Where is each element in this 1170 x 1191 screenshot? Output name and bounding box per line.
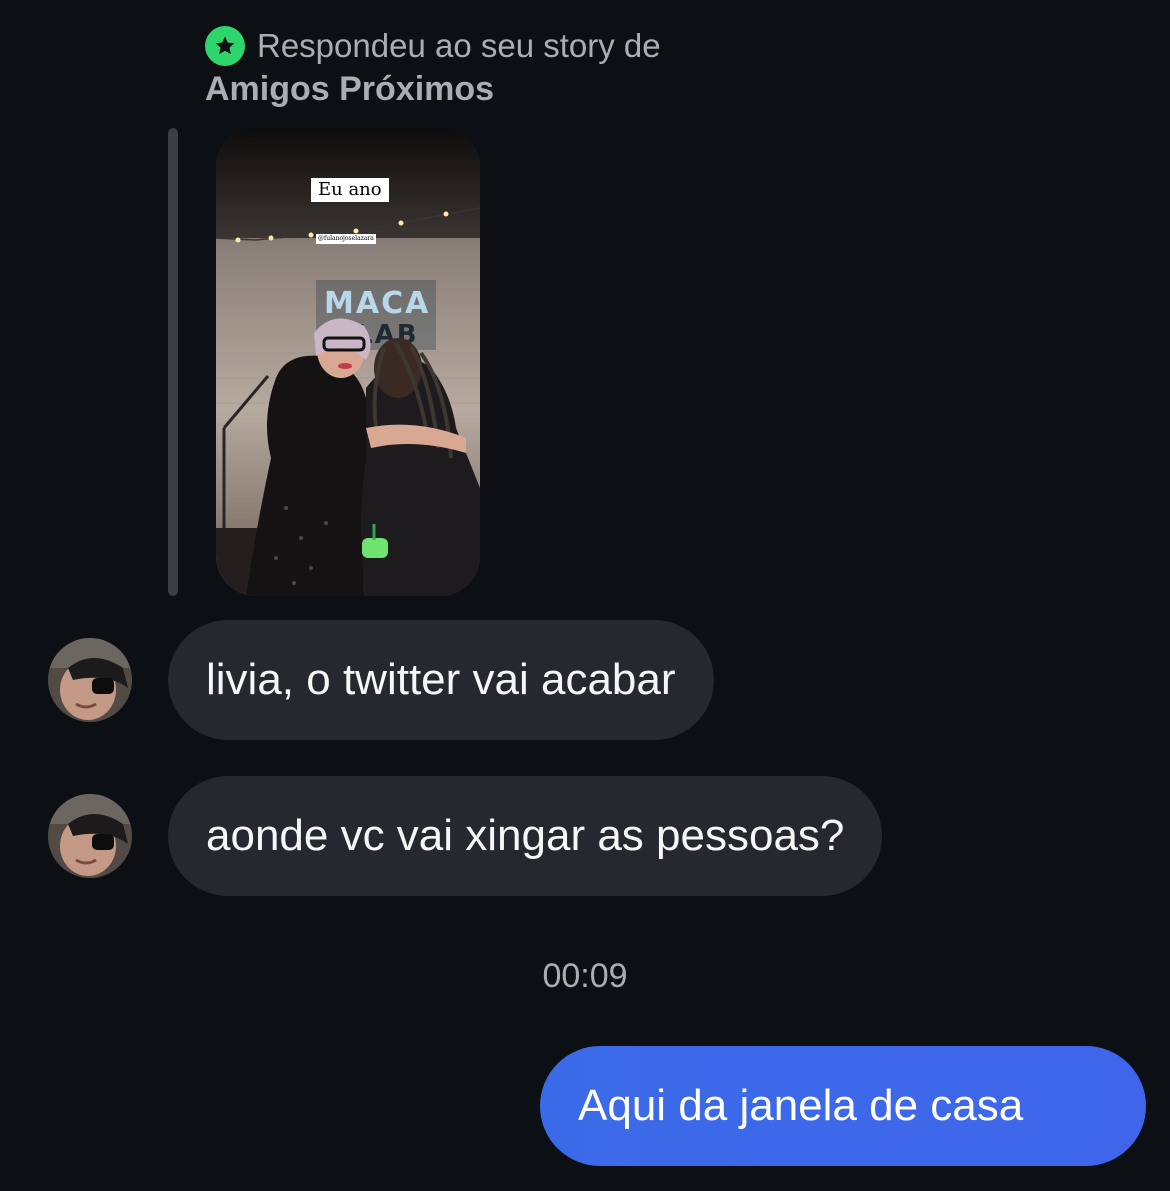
message-bubble[interactable]: aonde vc vai xingar as pessoas?: [168, 776, 883, 896]
avatar[interactable]: [48, 794, 132, 878]
message-bubble[interactable]: livia, o twitter vai acabar: [168, 620, 714, 740]
story-reply-header: Respondeu ao seu story de Amigos Próximo…: [205, 26, 661, 109]
story-reply-bar: [168, 128, 178, 596]
message-bubble-outgoing[interactable]: Aqui da janela de casa: [540, 1046, 1146, 1166]
svg-text:MACA: MACA: [324, 286, 430, 321]
avatar[interactable]: [48, 638, 132, 722]
story-caption: Eu ano: [311, 178, 389, 202]
story-mention: @fulanojoselazara: [316, 234, 376, 244]
message-row-incoming: aonde vc vai xingar as pessoas?: [48, 776, 883, 896]
message-timestamp: 00:09: [542, 957, 628, 995]
story-reply-label-row: Respondeu ao seu story de: [205, 26, 661, 66]
star-icon: [205, 26, 245, 66]
story-reply-label: Respondeu ao seu story de: [257, 27, 661, 64]
message-row-incoming: livia, o twitter vai acabar: [48, 620, 714, 740]
message-text: Aqui da janela de casa: [578, 1081, 1024, 1130]
story-thumbnail[interactable]: MACA LAB Eu ano @fulanojoselazara: [216, 128, 480, 596]
story-audience-label: Amigos Próximos: [205, 70, 495, 108]
